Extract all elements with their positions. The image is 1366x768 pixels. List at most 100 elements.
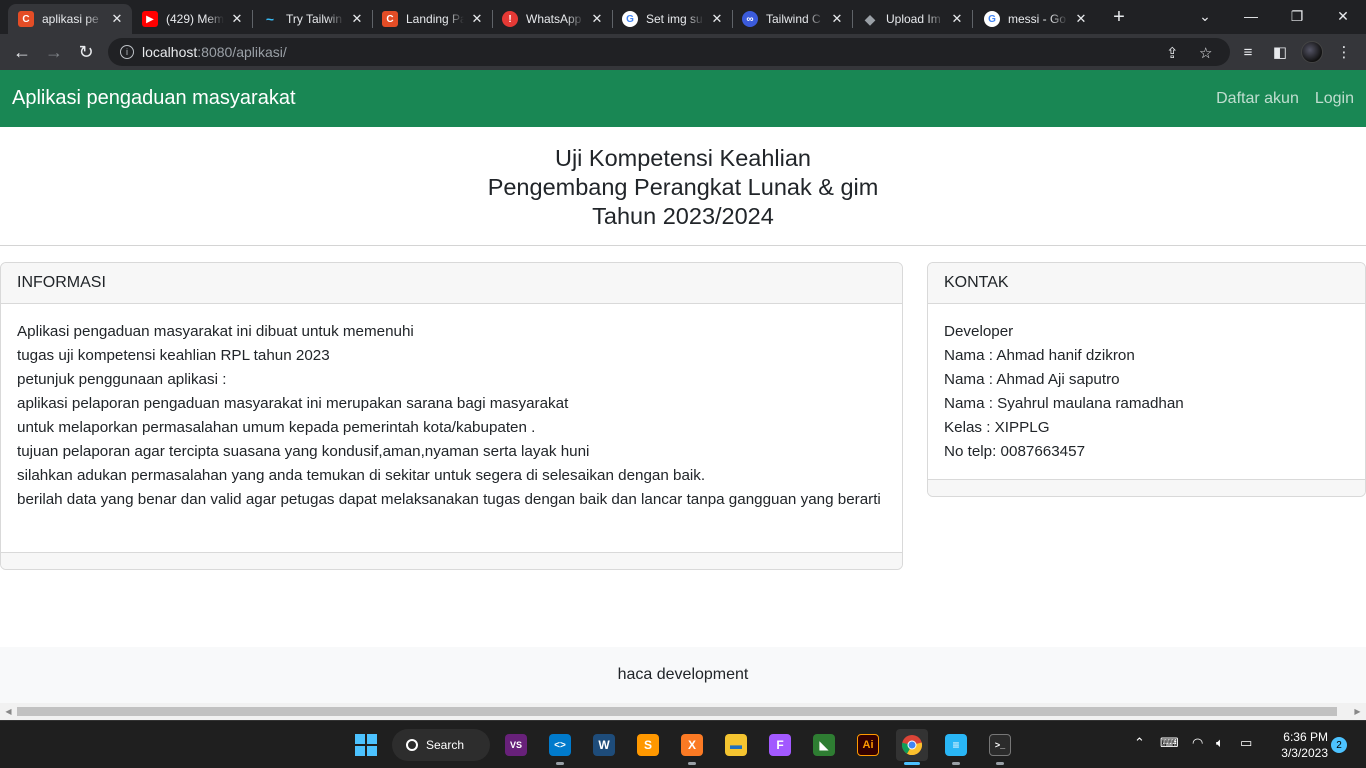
browser-tab[interactable]: ▶ (429) Mem ✕ xyxy=(132,4,252,34)
keyboard-icon[interactable]: ⌨ xyxy=(1160,735,1179,751)
contact-line: Nama : Ahmad hanif dzikron xyxy=(944,347,1135,364)
scrollbar-thumb[interactable] xyxy=(17,707,1337,716)
title-line-2: Pengembang Perangkat Lunak & gim xyxy=(487,174,879,200)
browser-tab[interactable]: G Set img su ✕ xyxy=(612,4,732,34)
info-line: untuk melaporkan permasalahan umum kepad… xyxy=(17,419,536,436)
info-card-header: INFORMASI xyxy=(1,263,902,304)
close-window-button[interactable]: ✕ xyxy=(1320,0,1366,32)
tab-favicon-icon: C xyxy=(18,11,34,27)
taskbar-search[interactable]: Search xyxy=(392,729,490,761)
taskbar-app-terminal[interactable]: >_ xyxy=(984,729,1016,765)
taskbar-app-xampp[interactable]: X xyxy=(676,729,708,765)
notepad-icon: ≡ xyxy=(945,734,967,756)
show-hidden-icons-icon[interactable]: ⌃ xyxy=(1134,735,1145,751)
tab-close-icon[interactable]: ✕ xyxy=(1074,11,1088,27)
tab-close-icon[interactable]: ✕ xyxy=(230,11,244,27)
tailwind-icon: ~ xyxy=(265,11,275,27)
media-control-icon[interactable]: ≡ xyxy=(1238,42,1258,62)
start-button[interactable] xyxy=(350,729,382,761)
tab-title: Try Tailwin xyxy=(286,12,343,26)
tab-title: Tailwind C xyxy=(766,12,821,26)
alert-icon: ! xyxy=(502,11,518,27)
divider xyxy=(0,245,1366,246)
taskbar-app-figma[interactable]: F xyxy=(764,729,796,761)
search-label: Search xyxy=(426,738,465,752)
nav-link-login[interactable]: Login xyxy=(1315,90,1354,108)
info-card-body: Aplikasi pengaduan masyarakat ini dibuat… xyxy=(1,304,902,530)
vscode-icon: <> xyxy=(549,734,571,756)
upload-icon: ◆ xyxy=(864,10,876,27)
browser-tab[interactable]: ◆ Upload Im ✕ xyxy=(852,4,972,34)
tab-close-icon[interactable]: ✕ xyxy=(590,11,604,27)
tab-close-icon[interactable]: ✕ xyxy=(110,11,124,27)
volume-icon[interactable]: 🔈︎ xyxy=(1216,735,1224,751)
back-button[interactable]: ← xyxy=(10,40,34,64)
info-line: petunjuk penggunaan aplikasi : xyxy=(17,371,227,388)
terminal-icon: >_ xyxy=(989,734,1011,756)
browser-tab-strip: C aplikasi pe ✕ ▶ (429) Mem ✕ ~ Try Tail… xyxy=(0,0,1366,34)
new-tab-button[interactable]: + xyxy=(1108,6,1130,28)
taskbar-clock[interactable]: 6:36 PM 3/3/2023 xyxy=(1266,729,1328,761)
contact-card: KONTAK Developer Nama : Ahmad hanif dzik… xyxy=(927,262,1366,497)
xampp-icon: X xyxy=(681,734,703,756)
tab-close-icon[interactable]: ✕ xyxy=(350,11,364,27)
nav-link-register[interactable]: Daftar akun xyxy=(1216,90,1299,108)
taskbar-app-chrome[interactable] xyxy=(896,729,928,765)
chrome-icon xyxy=(901,735,923,756)
minimize-button[interactable]: — xyxy=(1228,0,1274,32)
figma-icon: F xyxy=(769,734,791,756)
profile-avatar[interactable] xyxy=(1301,41,1323,63)
search-icon xyxy=(406,739,418,751)
browser-tab[interactable]: ∞ Tailwind C ✕ xyxy=(732,4,852,34)
folder-icon: ▬ xyxy=(725,734,747,756)
tab-close-icon[interactable]: ✕ xyxy=(470,11,484,27)
reload-button[interactable]: ↻ xyxy=(74,40,98,64)
tab-search-icon[interactable]: ⌄ xyxy=(1182,0,1228,32)
taskbar-app-file-explorer[interactable]: ▬ xyxy=(720,729,752,761)
scroll-left-icon[interactable]: ◀ xyxy=(2,705,15,718)
clock-date: 3/3/2023 xyxy=(1281,746,1328,760)
page-title: Uji Kompetensi Keahlian Pengembang Peran… xyxy=(0,144,1366,231)
share-icon[interactable]: ⇪ xyxy=(1166,44,1179,62)
browser-tab[interactable]: ~ Try Tailwin ✕ xyxy=(252,4,372,34)
side-panel-icon[interactable]: ◧ xyxy=(1270,42,1290,62)
tab-close-icon[interactable]: ✕ xyxy=(710,11,724,27)
restore-button[interactable]: ❐ xyxy=(1274,0,1320,32)
taskbar-app-vscode[interactable]: <> xyxy=(544,729,576,765)
navbar-brand[interactable]: Aplikasi pengaduan masyarakat xyxy=(12,87,296,110)
taskbar-app-graphics[interactable]: ◣ xyxy=(808,729,840,761)
taskbar-app-illustrator[interactable]: Ai xyxy=(852,729,884,761)
vector-app-icon: ◣ xyxy=(813,734,835,756)
tab-close-icon[interactable]: ✕ xyxy=(830,11,844,27)
address-bar[interactable]: i localhost:8080/aplikasi/ ⇪ ☆ xyxy=(108,38,1230,66)
tab-close-icon[interactable]: ✕ xyxy=(950,11,964,27)
taskbar-app-notepad[interactable]: ≡ xyxy=(940,729,972,765)
scroll-right-icon[interactable]: ▶ xyxy=(1351,705,1364,718)
notification-badge[interactable]: 2 xyxy=(1331,737,1347,753)
site-navbar: Aplikasi pengaduan masyarakat Daftar aku… xyxy=(0,70,1366,127)
taskbar-app-sublime[interactable]: S xyxy=(632,729,664,761)
forward-button[interactable]: → xyxy=(42,40,66,64)
taskbar-app-mysql-workbench[interactable]: W xyxy=(588,729,620,761)
sublime-text-icon: S xyxy=(637,734,659,756)
taskbar-app-visual-studio[interactable]: VS xyxy=(500,729,532,761)
bookmark-star-icon[interactable]: ☆ xyxy=(1199,44,1212,62)
browser-tab-active[interactable]: C aplikasi pe ✕ xyxy=(8,4,132,34)
google-icon: G xyxy=(622,11,638,27)
browser-tab[interactable]: G messi - Go ✕ xyxy=(974,4,1096,34)
contact-card-body: Developer Nama : Ahmad hanif dzikron Nam… xyxy=(928,304,1365,482)
battery-icon[interactable]: ▭ xyxy=(1240,735,1252,751)
tab-favicon-icon: ∞ xyxy=(742,11,758,27)
browser-tab[interactable]: ! WhatsApp ✕ xyxy=(492,4,612,34)
windows-taskbar: Search VS <> W S X ▬ F ◣ Ai ≡ >_ ⌃ ⌨ ◠ 🔈… xyxy=(0,720,1366,768)
contact-line: Kelas : XIPPLG xyxy=(944,419,1050,436)
menu-kebab-icon[interactable]: ⋮ xyxy=(1334,42,1354,62)
horizontal-scrollbar[interactable]: ◀ ▶ xyxy=(0,703,1366,720)
browser-tab[interactable]: C Landing Pa ✕ xyxy=(372,4,492,34)
tab-title: messi - Go xyxy=(1008,12,1067,26)
wifi-icon[interactable]: ◠ xyxy=(1192,735,1203,751)
info-line: berilah data yang benar dan valid agar p… xyxy=(17,491,881,508)
tab-title: (429) Mem xyxy=(166,12,224,26)
tab-title: Upload Im xyxy=(886,12,941,26)
site-info-icon[interactable]: i xyxy=(120,45,134,59)
